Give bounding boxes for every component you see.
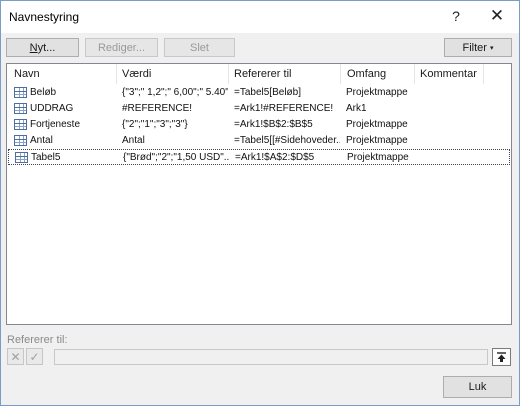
refers-to-cell: =Ark1!$A$2:$D$5 bbox=[235, 152, 315, 163]
list-header: Navn Værdi Refererer til Omfang Kommenta… bbox=[7, 64, 511, 84]
name-cell: Beløb bbox=[30, 87, 57, 98]
value-cell: {"3";" 1,2";" 6,00";" 5.40"} bbox=[122, 87, 228, 98]
help-button[interactable]: ? bbox=[442, 5, 470, 27]
name-cell: Antal bbox=[30, 135, 53, 146]
dialog-title: Navnestyring bbox=[9, 10, 80, 24]
value-cell: Antal bbox=[122, 135, 145, 146]
column-header-scope[interactable]: Omfang bbox=[347, 68, 386, 80]
name-cell: UDDRAG bbox=[30, 103, 74, 114]
filter-button[interactable]: Filter ▾ bbox=[444, 38, 512, 57]
collapse-dialog-button[interactable] bbox=[492, 348, 511, 366]
delete-button[interactable]: Slet bbox=[164, 38, 235, 57]
title-bar: Navnestyring ? ✕ bbox=[1, 1, 519, 33]
column-divider[interactable] bbox=[228, 64, 229, 84]
scope-cell: Projektmappe bbox=[346, 135, 408, 146]
column-divider[interactable] bbox=[340, 64, 341, 84]
table-icon bbox=[14, 87, 27, 98]
list-item-selected[interactable]: Tabel5 {"Brød";"2";"1,50 USD"... =Ark1!$… bbox=[8, 149, 510, 165]
chevron-down-icon: ▾ bbox=[489, 44, 494, 52]
list-item[interactable]: Antal Antal =Tabel5[[#Sidehoveder... Pro… bbox=[8, 133, 510, 149]
refers-to-input[interactable] bbox=[54, 349, 488, 365]
table-icon bbox=[15, 152, 28, 163]
refers-to-cell: =Tabel5[[#Sidehoveder... bbox=[234, 135, 340, 146]
cancel-reference-button[interactable]: ✕ bbox=[7, 348, 24, 365]
new-button-mnemonic: N bbox=[29, 41, 38, 54]
column-header-refers-to[interactable]: Refererer til bbox=[234, 68, 291, 80]
table-icon bbox=[14, 119, 27, 130]
column-divider[interactable] bbox=[116, 64, 117, 84]
close-button[interactable]: Luk bbox=[443, 376, 512, 398]
table-icon bbox=[14, 103, 27, 114]
refers-to-label: Refererer til: bbox=[7, 334, 68, 346]
column-divider[interactable] bbox=[414, 64, 415, 84]
edit-button[interactable]: Rediger... bbox=[85, 38, 158, 57]
list-item[interactable]: Fortjeneste {"2";"1";"3";"3"} =Ark1!$B$2… bbox=[8, 117, 510, 133]
new-button[interactable]: Nyt... bbox=[6, 38, 79, 57]
list-item[interactable]: UDDRAG #REFERENCE! =Ark1!#REFERENCE! Ark… bbox=[8, 101, 510, 117]
confirm-reference-button[interactable]: ✓ bbox=[26, 348, 43, 365]
name-cell: Fortjeneste bbox=[30, 119, 81, 130]
value-cell: {"2";"1";"3";"3"} bbox=[122, 119, 188, 130]
refers-to-cell: =Ark1!#REFERENCE! bbox=[234, 103, 334, 114]
refers-to-cell: =Tabel5[Beløb] bbox=[234, 87, 301, 98]
column-header-name[interactable]: Navn bbox=[14, 68, 40, 80]
name-manager-dialog: Navnestyring ? ✕ Nyt... Rediger... Slet … bbox=[0, 0, 520, 406]
column-header-comment[interactable]: Kommentar bbox=[420, 68, 477, 80]
scope-cell: Projektmappe bbox=[346, 119, 408, 130]
column-header-value[interactable]: Værdi bbox=[122, 68, 151, 80]
new-button-label: yt... bbox=[37, 41, 56, 54]
names-list[interactable]: Navn Værdi Refererer til Omfang Kommenta… bbox=[6, 63, 512, 325]
scope-cell: Ark1 bbox=[346, 103, 367, 114]
collapse-arrow-icon bbox=[497, 351, 506, 362]
list-item[interactable]: Beløb {"3";" 1,2";" 6,00";" 5.40"} =Tabe… bbox=[8, 85, 510, 101]
value-cell: {"Brød";"2";"1,50 USD"... bbox=[123, 152, 229, 163]
scope-cell: Projektmappe bbox=[346, 87, 408, 98]
value-cell: #REFERENCE! bbox=[122, 103, 193, 114]
close-icon[interactable]: ✕ bbox=[483, 5, 511, 27]
filter-button-label: Filter bbox=[462, 41, 487, 54]
name-cell: Tabel5 bbox=[31, 152, 61, 163]
refers-to-cell: =Ark1!$B$2:$B$5 bbox=[234, 119, 313, 130]
scope-cell: Projektmappe bbox=[347, 152, 409, 163]
column-divider[interactable] bbox=[483, 64, 484, 84]
table-icon bbox=[14, 135, 27, 146]
